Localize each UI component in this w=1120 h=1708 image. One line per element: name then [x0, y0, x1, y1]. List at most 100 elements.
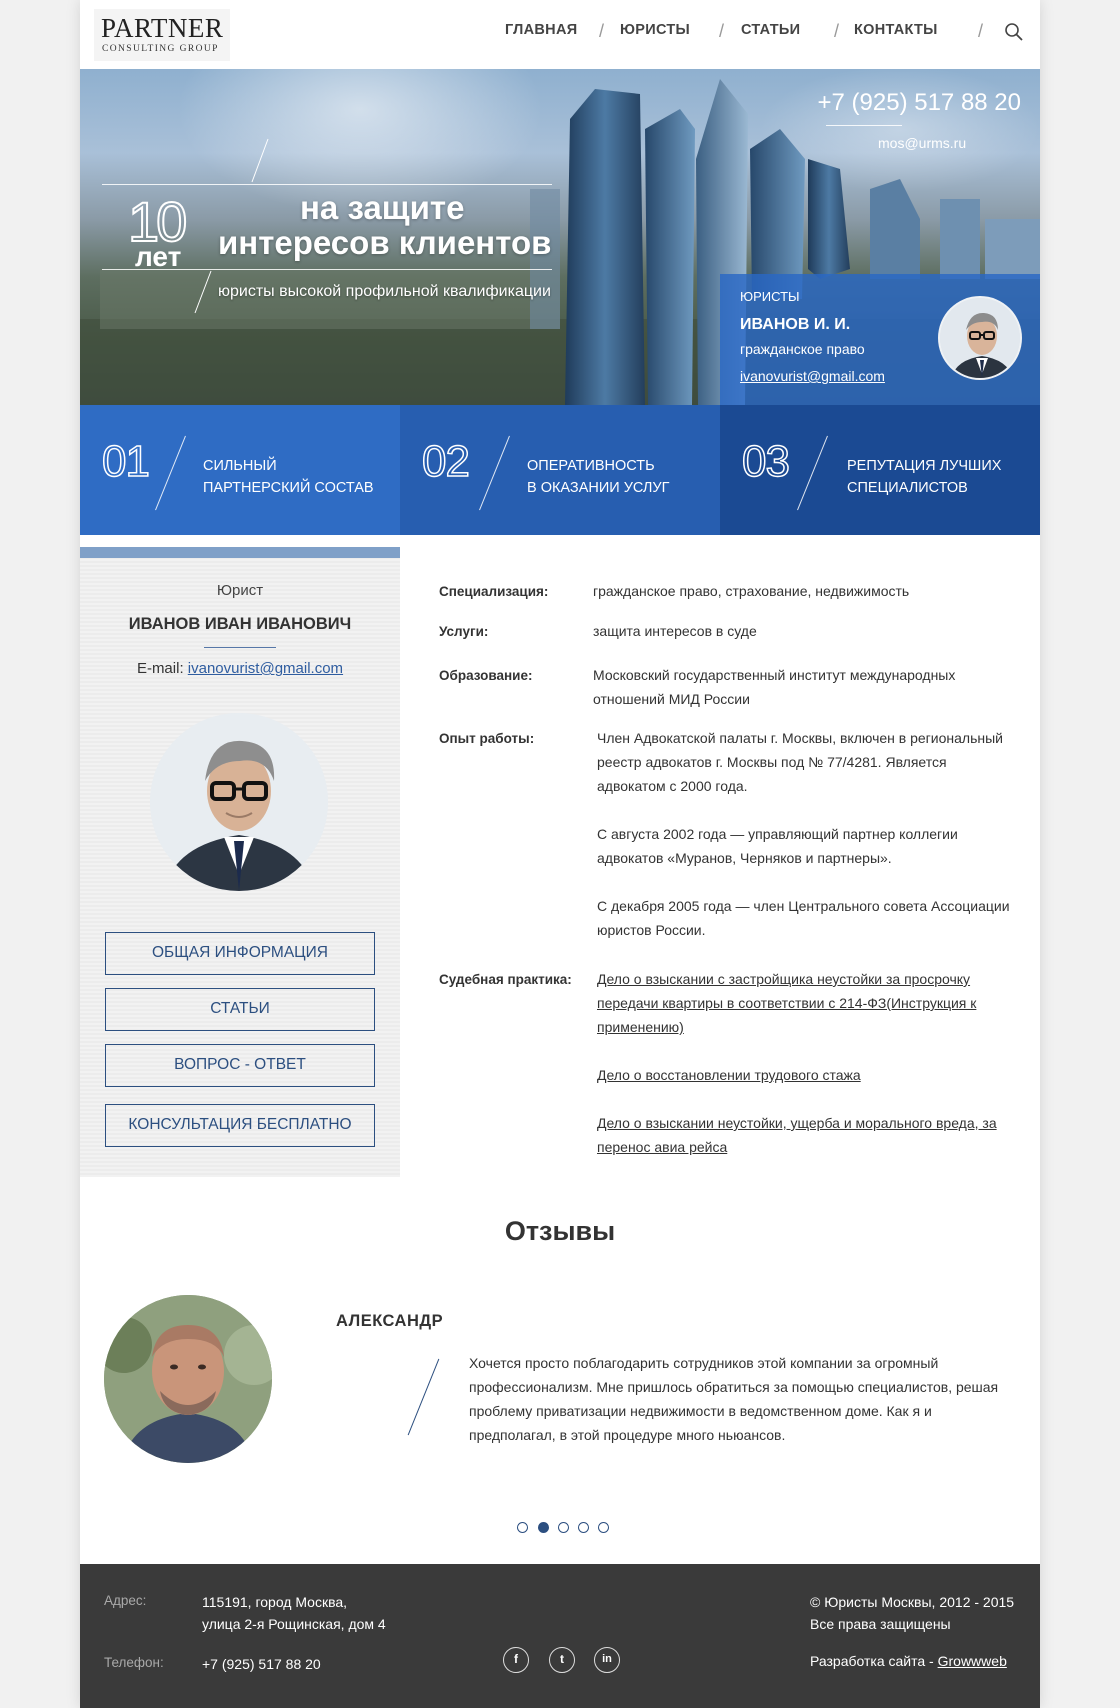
lawyer-card-name[interactable]: ИВАНОВ И. И.: [740, 316, 850, 334]
specialization-label: Специализация:: [439, 584, 549, 599]
page: PARTNER CONSULTING GROUP ГЛАВНАЯ / ЮРИСТ…: [80, 0, 1040, 1708]
footer-copyright-block: © Юристы Москвы, 2012 - 2015 Все права з…: [810, 1591, 1014, 1635]
review-text: Хочется просто поблагодарить сотрудников…: [469, 1351, 1014, 1447]
footer-phone-label: Телефон:: [104, 1655, 164, 1670]
footer-address-line: 115191, город Москва,: [202, 1594, 348, 1610]
sidebar-role: Юрист: [216, 582, 264, 599]
lawyer-card-email[interactable]: ivanovurist@gmail.com: [740, 368, 885, 384]
twitter-icon[interactable]: t: [549, 1647, 575, 1673]
feature-number: 03: [741, 436, 790, 487]
review-text-line: Хочется просто поблагодарить сотрудников…: [469, 1355, 939, 1371]
footer-phone[interactable]: +7 (925) 517 88 20: [202, 1653, 321, 1675]
hero-title-line1: на защите: [300, 189, 465, 226]
nav-separator: /: [599, 21, 605, 41]
hero-years-word: лет: [135, 241, 182, 272]
experience-line: С августа 2002 года — управляющий партне…: [597, 826, 958, 842]
footer-rights: Все права защищены: [810, 1616, 951, 1632]
articles-button[interactable]: СТАТЬИ: [105, 988, 375, 1031]
general-info-button[interactable]: ОБЩАЯ ИНФОРМАЦИЯ: [105, 932, 375, 975]
education-value: Московский государственный институт межд…: [593, 663, 955, 711]
feature-text-line2: СПЕЦИАЛИСТОВ: [847, 480, 968, 496]
sidebar-name-divider: [204, 647, 276, 648]
feature-text-line2: В ОКАЗАНИИ УСЛУГ: [527, 480, 670, 496]
nav-lawyers[interactable]: ЮРИСТЫ: [620, 22, 690, 38]
nav-separator: /: [719, 21, 725, 41]
sidebar-email-link[interactable]: ivanovurist@gmail.com: [188, 660, 343, 677]
feature-number: 02: [421, 436, 470, 487]
nav-contacts[interactable]: КОНТАКТЫ: [854, 22, 938, 38]
sidebar-accent-bar: [80, 547, 400, 558]
sidebar-lawyer-name: ИВАНОВ ИВАН ИВАНОВИЧ: [128, 615, 352, 633]
lawyer-card-label: ЮРИСТЫ: [740, 289, 800, 304]
specialization-value: гражданское право, страхование, недвижим…: [593, 583, 910, 599]
feature-reputation: 03 РЕПУТАЦИЯ ЛУЧШИХ СПЕЦИАЛИСТОВ: [720, 405, 1040, 535]
pager-dot-active[interactable]: [538, 1522, 549, 1533]
pager-dot[interactable]: [578, 1522, 589, 1533]
search-icon[interactable]: [1004, 22, 1024, 42]
court-case-link[interactable]: перенос авиа рейса: [597, 1139, 727, 1155]
experience-line: Член Адвокатской палаты г. Москвы, включ…: [597, 730, 1003, 746]
education-label: Образование:: [439, 668, 533, 683]
education-line: Московский государственный институт межд…: [593, 667, 956, 683]
reviewer-name: АЛЕКСАНДР: [336, 1312, 444, 1330]
nav-separator: /: [978, 21, 984, 41]
footer-copyright: © Юристы Москвы, 2012 - 2015: [810, 1594, 1015, 1610]
court-case-link[interactable]: применению): [597, 1019, 684, 1035]
court-case-link[interactable]: Дело о взыскании неустойки, ущерба и мор…: [597, 1115, 997, 1131]
feature-text-line2: ПАРТНЕРСКИЙ СОСТАВ: [203, 480, 374, 496]
lawyer-card-avatar: [938, 296, 1022, 380]
court-case-link[interactable]: Дело о взыскании с застройщика неустойки…: [597, 971, 970, 987]
logo-sub-text: CONSULTING GROUP: [102, 44, 219, 54]
experience-line: С декабря 2005 года — член Центрального …: [597, 898, 1010, 914]
logo-main-text: PARTNER: [101, 13, 224, 43]
feature-text: ОПЕРАТИВНОСТЬ В ОКАЗАНИИ УСЛУГ: [527, 455, 670, 499]
court-case-link[interactable]: Дело о восстановлении трудового стажа: [597, 1067, 861, 1083]
pager-dot[interactable]: [517, 1522, 528, 1533]
reviews-title: Отзывы: [504, 1216, 616, 1246]
experience-line: адвокатов «Муранов, Черняков и партнеры»…: [597, 850, 892, 866]
nav-articles[interactable]: СТАТЬИ: [741, 22, 800, 38]
services-label: Услуги:: [439, 624, 489, 639]
footer-address: 115191, город Москва, улица 2-я Рощинска…: [202, 1591, 386, 1635]
review-slash: [407, 1358, 440, 1436]
sidebar-email-label: E-mail:: [136, 660, 184, 677]
hero-email[interactable]: mos@urms.ru: [878, 135, 966, 151]
pager-dot[interactable]: [558, 1522, 569, 1533]
qa-button[interactable]: ВОПРОС - ОТВЕТ: [105, 1044, 375, 1087]
hero-banner: 10 лет на защите интересов клиентов юрис…: [80, 69, 1040, 405]
feature-efficiency: 02 ОПЕРАТИВНОСТЬ В ОКАЗАНИИ УСЛУГ: [400, 405, 720, 535]
lawyer-card[interactable]: ЮРИСТЫ ИВАНОВ И. И. гражданское право iv…: [720, 274, 1040, 405]
experience-line: юристов России.: [597, 922, 706, 938]
pager-dot[interactable]: [598, 1522, 609, 1533]
experience-line: реестр адвокатов г. Москвы под № 77/4281…: [597, 754, 947, 770]
facebook-icon[interactable]: f: [503, 1647, 529, 1673]
nav-home[interactable]: ГЛАВНАЯ: [505, 22, 577, 38]
footer-address-line: улица 2-я Рощинская, дом 4: [202, 1616, 386, 1632]
footer-dev-link[interactable]: Growwweb: [938, 1653, 1007, 1669]
lawyer-portrait-icon: [150, 713, 328, 891]
hero-subtitle: юристы высокой профильной квалификации: [218, 283, 551, 300]
lawyer-card-specialization: гражданское право: [740, 341, 865, 357]
reviewer-photo: [104, 1295, 272, 1463]
feature-slash: [479, 435, 510, 511]
court-practice-label: Судебная практика:: [439, 972, 572, 987]
sidebar-lawyer-photo: [150, 713, 328, 891]
footer: [80, 1564, 1040, 1708]
free-consultation-button[interactable]: КОНСУЛЬТАЦИЯ БЕСПЛАТНО: [105, 1104, 375, 1147]
feature-slash: [155, 435, 186, 511]
logo[interactable]: PARTNER CONSULTING GROUP: [94, 9, 230, 61]
linkedin-icon[interactable]: in: [594, 1647, 620, 1673]
lawyer-portrait-icon: [940, 298, 1020, 378]
hero-title-line2: интересов клиентов: [218, 224, 552, 261]
footer-address-label: Адрес:: [104, 1593, 147, 1608]
experience-value: Член Адвокатской палаты г. Москвы, включ…: [597, 726, 1010, 942]
feature-text-line1: ОПЕРАТИВНОСТЬ: [527, 458, 655, 474]
education-line: отношений МИД России: [593, 691, 750, 707]
court-case-link[interactable]: передачи квартиры в соответствии с 214-Ф…: [597, 995, 976, 1011]
review-text-line: профессионализм. Мне пришлось обратиться…: [469, 1379, 999, 1395]
feature-text: СИЛЬНЫЙ ПАРТНЕРСКИЙ СОСТАВ: [203, 455, 374, 499]
feature-partners: 01 СИЛЬНЫЙ ПАРТНЕРСКИЙ СОСТАВ: [80, 405, 400, 535]
sidebar-email-row: E-mail: ivanovurist@gmail.com: [80, 660, 400, 677]
hero-phone[interactable]: +7 (925) 517 88 20: [818, 89, 1022, 117]
feature-text-line1: СИЛЬНЫЙ: [203, 458, 277, 474]
